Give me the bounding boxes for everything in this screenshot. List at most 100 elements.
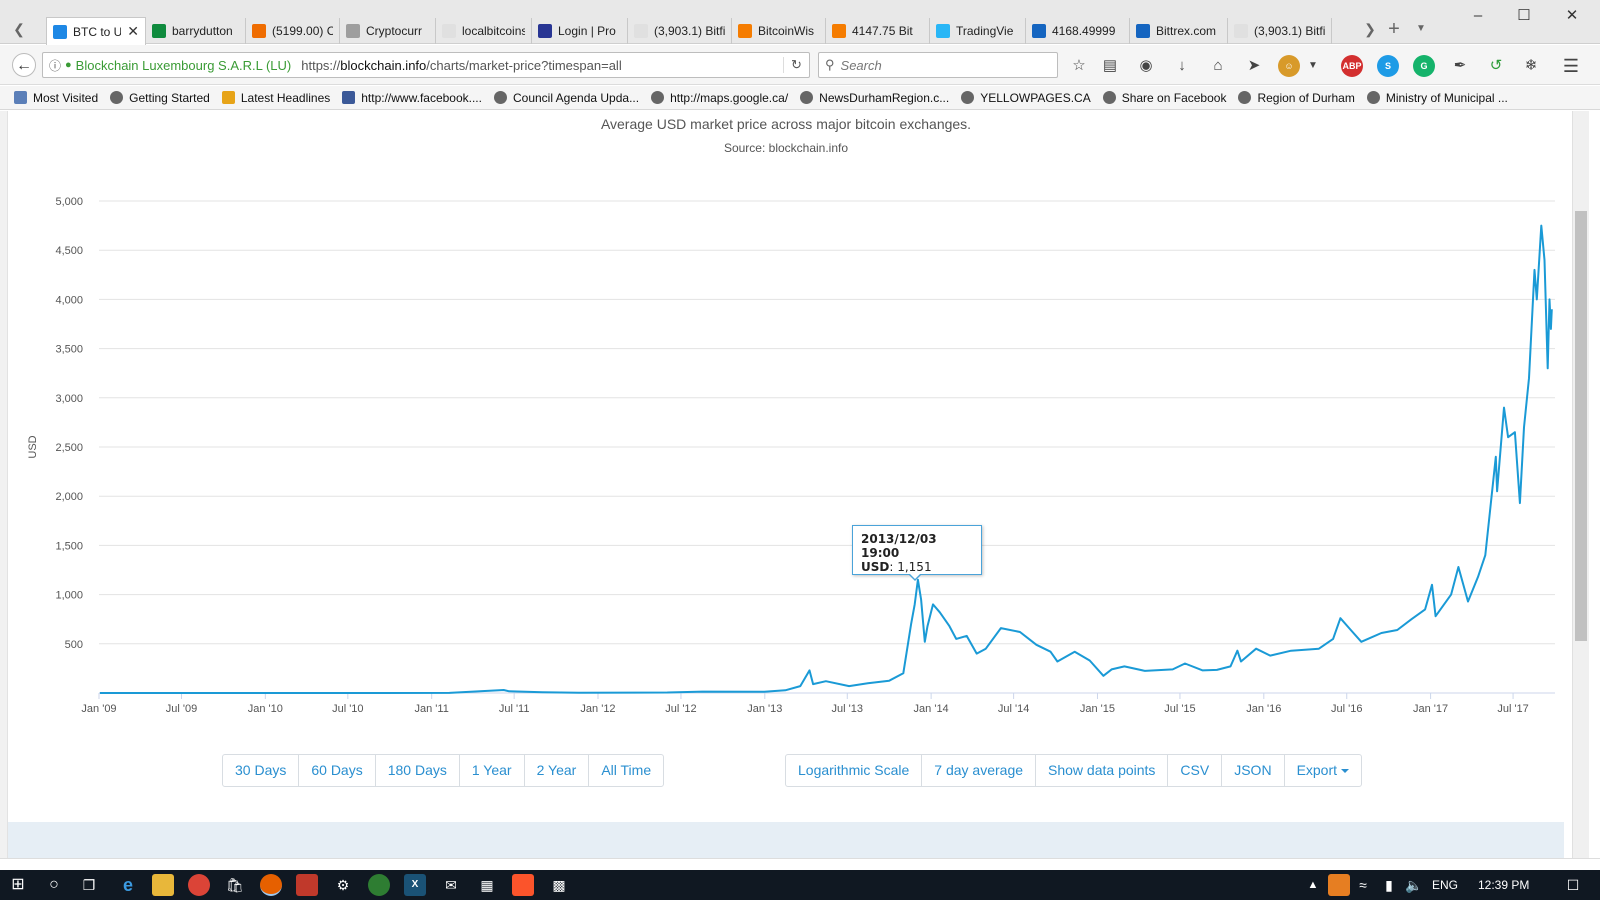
search-input[interactable]: ⚲ Search	[818, 52, 1058, 78]
brave-icon[interactable]	[512, 874, 534, 896]
timespan-button[interactable]: 2 Year	[525, 755, 590, 786]
timespan-button[interactable]: 30 Days	[223, 755, 300, 786]
sync-badge-icon[interactable]: ↺	[1485, 55, 1507, 77]
browser-tab[interactable]: Login | Pro	[532, 18, 628, 44]
browser-tab[interactable]: 4168.49999	[1026, 18, 1130, 44]
excel-like-icon[interactable]: X	[404, 874, 426, 896]
calculator-app-icon[interactable]	[296, 874, 318, 896]
bookmark-item[interactable]: Council Agenda Upda...	[493, 90, 640, 105]
window-close-button[interactable]: ✕	[1549, 4, 1595, 28]
bookmark-item[interactable]: Latest Headlines	[221, 90, 331, 105]
browser-tab[interactable]: BTC to USD ✕	[46, 17, 146, 45]
bookmark-item[interactable]: http://www.facebook....	[342, 91, 482, 105]
bookmark-item[interactable]: YELLOWPAGES.CA	[961, 91, 1091, 105]
scrollbar-thumb[interactable]	[1575, 211, 1587, 641]
bookmark-item[interactable]: Ministry of Municipal ...	[1366, 91, 1508, 105]
hamburger-menu-icon[interactable]: ☰	[1560, 55, 1582, 77]
site-identity[interactable]: Blockchain Luxembourg S.A.R.L (LU)	[76, 58, 292, 73]
language-indicator[interactable]: ENG	[1432, 878, 1458, 892]
photos-icon[interactable]: ▩	[548, 874, 570, 896]
y-tick-label: 5,000	[55, 196, 83, 208]
notifications-icon[interactable]: ☐	[1562, 874, 1584, 896]
url-text[interactable]: https://blockchain.info/charts/market-pr…	[301, 58, 783, 73]
wifi-icon[interactable]: ≈	[1352, 874, 1374, 896]
chart-option-button[interactable]: 7 day average	[922, 755, 1037, 786]
tab-favicon-icon	[738, 24, 752, 38]
chart-option-button[interactable]: JSON	[1222, 755, 1285, 786]
tab-close-icon[interactable]: ✕	[127, 23, 139, 40]
pocket-icon[interactable]: ◉	[1135, 55, 1157, 77]
maximize-button[interactable]: ☐	[1501, 4, 1547, 28]
timespan-button[interactable]: All Time	[589, 755, 663, 786]
eyedropper-icon[interactable]: ✒	[1449, 55, 1471, 77]
settings-gear-icon[interactable]: ⚙	[332, 874, 354, 896]
bookmark-label: Latest Headlines	[240, 90, 331, 105]
site-info-icon[interactable]: ⓘ	[49, 57, 61, 74]
clock[interactable]: 12:39 PM	[1478, 878, 1529, 892]
browser-tab[interactable]: TradingVie	[930, 18, 1026, 44]
file-explorer-icon[interactable]	[152, 874, 174, 896]
grammarly-icon[interactable]: G	[1413, 55, 1435, 77]
power-icon[interactable]: ▮	[1378, 874, 1400, 896]
timespan-button[interactable]: 1 Year	[460, 755, 525, 786]
search-icon: ⚲	[825, 57, 835, 72]
edge-icon[interactable]: e	[117, 874, 139, 896]
menu-dropdown-icon[interactable]: ▼	[1302, 55, 1324, 77]
bookmark-item[interactable]: Most Visited	[14, 91, 98, 105]
reading-list-icon[interactable]: ▤	[1099, 55, 1121, 77]
browser-tab[interactable]: (3,903.1) Bitfine	[1228, 18, 1332, 44]
bookmark-item[interactable]: http://maps.google.ca/	[651, 91, 788, 105]
timespan-button[interactable]: 60 Days	[299, 755, 376, 786]
skype-icon[interactable]: S	[1377, 55, 1399, 77]
chart-option-button[interactable]: Export	[1285, 755, 1361, 786]
browser-tab[interactable]: (5199.00) C	[246, 18, 340, 44]
chrome-icon[interactable]	[188, 874, 210, 896]
minimize-button[interactable]: –	[1455, 4, 1501, 28]
back-button[interactable]: ←	[12, 53, 36, 77]
adblock-icon[interactable]: ABP	[1341, 55, 1363, 77]
bookmark-item[interactable]: Region of Durham	[1238, 91, 1355, 105]
bookmark-item[interactable]: NewsDurhamRegion.c...	[800, 91, 949, 105]
bookmark-item[interactable]: Share on Facebook	[1102, 91, 1226, 105]
metamask-tray-icon[interactable]	[1328, 874, 1350, 896]
bookmark-label: Council Agenda Upda...	[512, 90, 640, 105]
store-icon[interactable]: 🛍	[224, 874, 246, 896]
firefox-icon[interactable]	[260, 874, 282, 896]
browser-tab[interactable]: (3,903.1) Bitfine	[628, 18, 732, 44]
windows-start-icon[interactable]: ⊞	[7, 874, 29, 896]
x-tick-label: Jan '14	[914, 703, 949, 715]
home-icon[interactable]: ⌂	[1207, 55, 1229, 77]
url-bar[interactable]: ⓘ ● Blockchain Luxembourg S.A.R.L (LU) h…	[42, 52, 810, 78]
send-icon[interactable]: ➤	[1243, 55, 1265, 77]
cortana-icon[interactable]: ○	[43, 874, 65, 896]
reload-icon[interactable]: ↻	[783, 57, 809, 73]
chart-option-button[interactable]: CSV	[1168, 755, 1223, 786]
downloads-icon[interactable]: ↓	[1171, 55, 1193, 77]
page-scrollbar[interactable]: ▼	[1572, 111, 1589, 870]
extension-face-icon[interactable]: ☺	[1278, 55, 1300, 77]
tab-scroll-right-icon[interactable]: ❯	[1361, 20, 1379, 38]
new-tab-button[interactable]: +	[1385, 19, 1403, 39]
bookmark-star-icon[interactable]: ☆	[1068, 55, 1090, 77]
tab-scroll-left-icon[interactable]: ❮	[10, 20, 28, 38]
timespan-button[interactable]: 180 Days	[376, 755, 460, 786]
windows-taskbar: ⊞ ○ ❐ e 🛍 ⚙ X ✉ ▦ ▩ ▲ ≈ ▮ 🔈 ENG 12:39 PM…	[0, 870, 1600, 900]
tab-list-dropdown-icon[interactable]: ▼	[1412, 20, 1430, 38]
browser-tab[interactable]: barrydutton	[146, 18, 246, 44]
extension-puzzle-icon[interactable]: ❄	[1520, 55, 1542, 77]
calculator-icon[interactable]: ▦	[476, 874, 498, 896]
globe-app-icon[interactable]	[368, 874, 390, 896]
browser-tab[interactable]: 4147.75 Bit	[826, 18, 930, 44]
volume-icon[interactable]: 🔈	[1403, 874, 1425, 896]
browser-tab[interactable]: localbitcoins.co	[436, 18, 532, 44]
mail-icon[interactable]: ✉	[440, 874, 462, 896]
bookmark-item[interactable]: Getting Started	[110, 91, 210, 105]
tooltip-value: USD: 1,151	[861, 560, 932, 574]
browser-tab[interactable]: BitcoinWis	[732, 18, 826, 44]
tray-overflow-icon[interactable]: ▲	[1302, 874, 1324, 896]
chart-option-button[interactable]: Logarithmic Scale	[786, 755, 923, 786]
chart-option-button[interactable]: Show data points	[1036, 755, 1169, 786]
browser-tab[interactable]: Bittrex.com	[1130, 18, 1228, 44]
browser-tab[interactable]: Cryptocurr	[340, 18, 436, 44]
task-view-icon[interactable]: ❐	[78, 874, 100, 896]
